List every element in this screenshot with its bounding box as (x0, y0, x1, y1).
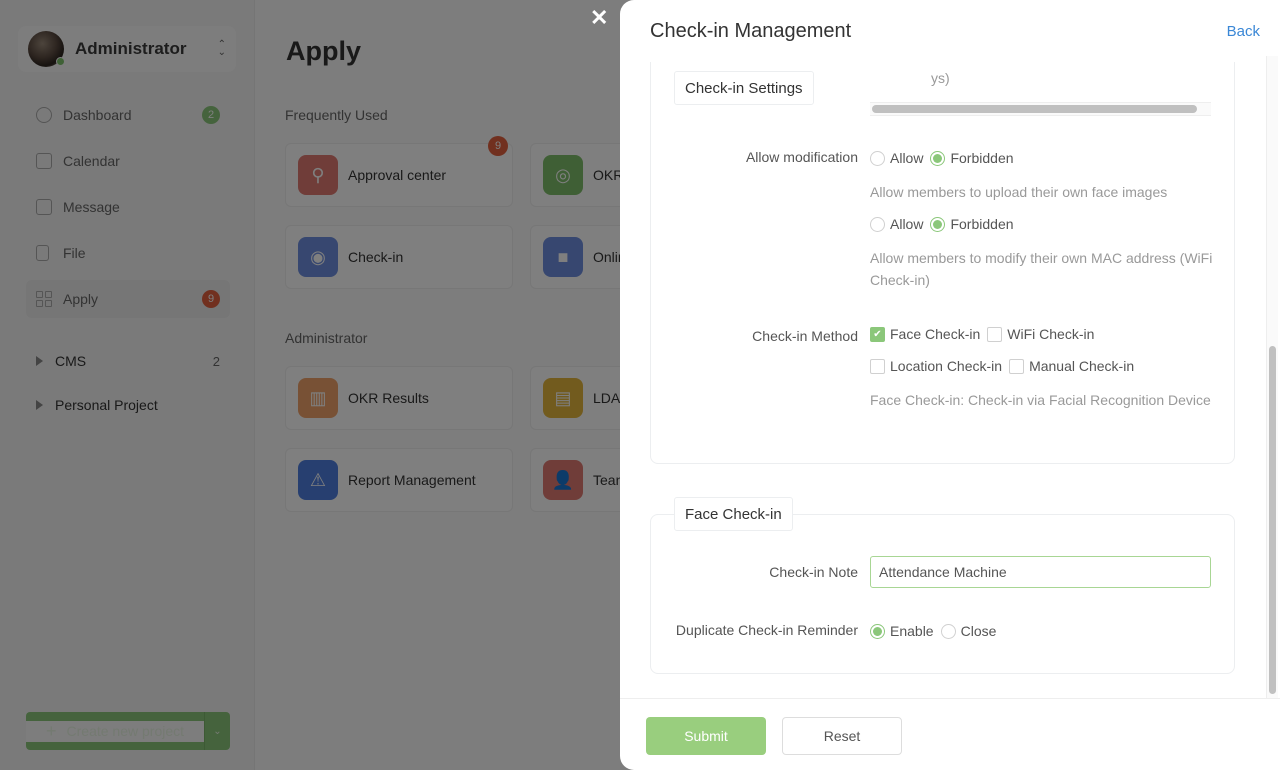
radio-forbidden[interactable] (930, 150, 946, 166)
check-in-settings-panel: Check-in Settings ys) Allow modification… (650, 62, 1235, 464)
face-check-in-panel: Face Check-in Check-in Note Duplicate Ch… (650, 497, 1235, 674)
option-label: Forbidden (950, 150, 1014, 166)
option-label: Location Check-in (890, 358, 1003, 374)
duplicate-reminder-label: Duplicate Check-in Reminder (675, 622, 858, 638)
option-label: Allow (890, 150, 924, 166)
check-in-settings-legend: Check-in Settings (674, 71, 814, 105)
drawer-body: Check-in Settings ys) Allow modification… (620, 62, 1268, 698)
checkbox[interactable] (987, 326, 1003, 342)
reminder-enable[interactable]: Enable (870, 623, 934, 639)
mac-address-allow[interactable]: Allow (870, 216, 923, 232)
mac-address-forbidden[interactable]: Forbidden (930, 216, 1014, 232)
vertical-scrollbar[interactable] (1266, 56, 1278, 698)
vertical-scrollbar-thumb[interactable] (1269, 346, 1276, 694)
horizontal-scrollbar[interactable] (870, 102, 1211, 116)
back-link[interactable]: Back (1227, 23, 1260, 40)
duplicate-reminder-radio-group: Enable Close (870, 623, 1003, 639)
option-label: Forbidden (950, 216, 1014, 232)
option-label: Manual Check-in (1029, 358, 1135, 374)
allow-modification-label: Allow modification (745, 149, 858, 165)
drawer-title: Check-in Management (650, 19, 852, 42)
check-in-note-label: Check-in Note (769, 564, 858, 580)
truncated-hint: ys) (931, 70, 950, 86)
mac-address-radio-group: Allow Forbidden (870, 216, 1021, 232)
horizontal-scrollbar-thumb[interactable] (872, 105, 1197, 113)
option-label: Close (960, 623, 997, 639)
check-in-note-input[interactable] (870, 556, 1211, 588)
reminder-close[interactable]: Close (940, 623, 997, 639)
face-images-hint: Allow members to upload their own face i… (870, 184, 1168, 200)
face-check-in-legend: Face Check-in (674, 497, 793, 531)
mac-address-hint: Allow members to modify their own MAC ad… (870, 250, 1213, 288)
check-in-method-label: Check-in Method (752, 328, 858, 344)
check-in-method-row-2: Location Check-in Manual Check-in (870, 358, 1141, 374)
face-images-allow[interactable]: Allow (870, 150, 923, 166)
drawer-header: Check-in Management Back (620, 0, 1280, 62)
method-wifi-check-in[interactable]: WiFi Check-in (987, 326, 1094, 342)
close-icon[interactable]: ✕ (590, 7, 608, 29)
radio-allow[interactable] (870, 216, 885, 232)
option-label: Face Check-in (890, 326, 981, 342)
method-manual-check-in[interactable]: Manual Check-in (1009, 358, 1134, 374)
radio-allow[interactable] (870, 150, 885, 166)
check-in-management-drawer: Check-in Management Back Check-in Settin… (620, 0, 1280, 770)
option-label: Enable (890, 623, 934, 639)
reset-button[interactable]: Reset (782, 717, 902, 755)
checkbox-checked-icon[interactable]: ✔ (870, 326, 885, 342)
radio-forbidden[interactable] (930, 216, 946, 232)
option-label: WiFi Check-in (1007, 326, 1095, 342)
radio-close[interactable] (940, 623, 956, 639)
option-label: Allow (890, 216, 924, 232)
check-in-method-row-1: ✔ Face Check-in WiFi Check-in (870, 326, 1101, 342)
radio-enable[interactable] (870, 623, 885, 639)
method-face-check-in[interactable]: ✔ Face Check-in (870, 326, 980, 342)
face-images-forbidden[interactable]: Forbidden (930, 150, 1014, 166)
check-in-method-hint: Face Check-in: Check-in via Facial Recog… (870, 392, 1211, 408)
submit-button[interactable]: Submit (646, 717, 766, 755)
checkbox[interactable] (870, 358, 885, 374)
checkbox[interactable] (1009, 358, 1025, 374)
drawer-footer: Submit Reset (620, 698, 1280, 770)
method-location-check-in[interactable]: Location Check-in (870, 358, 1002, 374)
face-images-radio-group: Allow Forbidden (870, 150, 1021, 166)
